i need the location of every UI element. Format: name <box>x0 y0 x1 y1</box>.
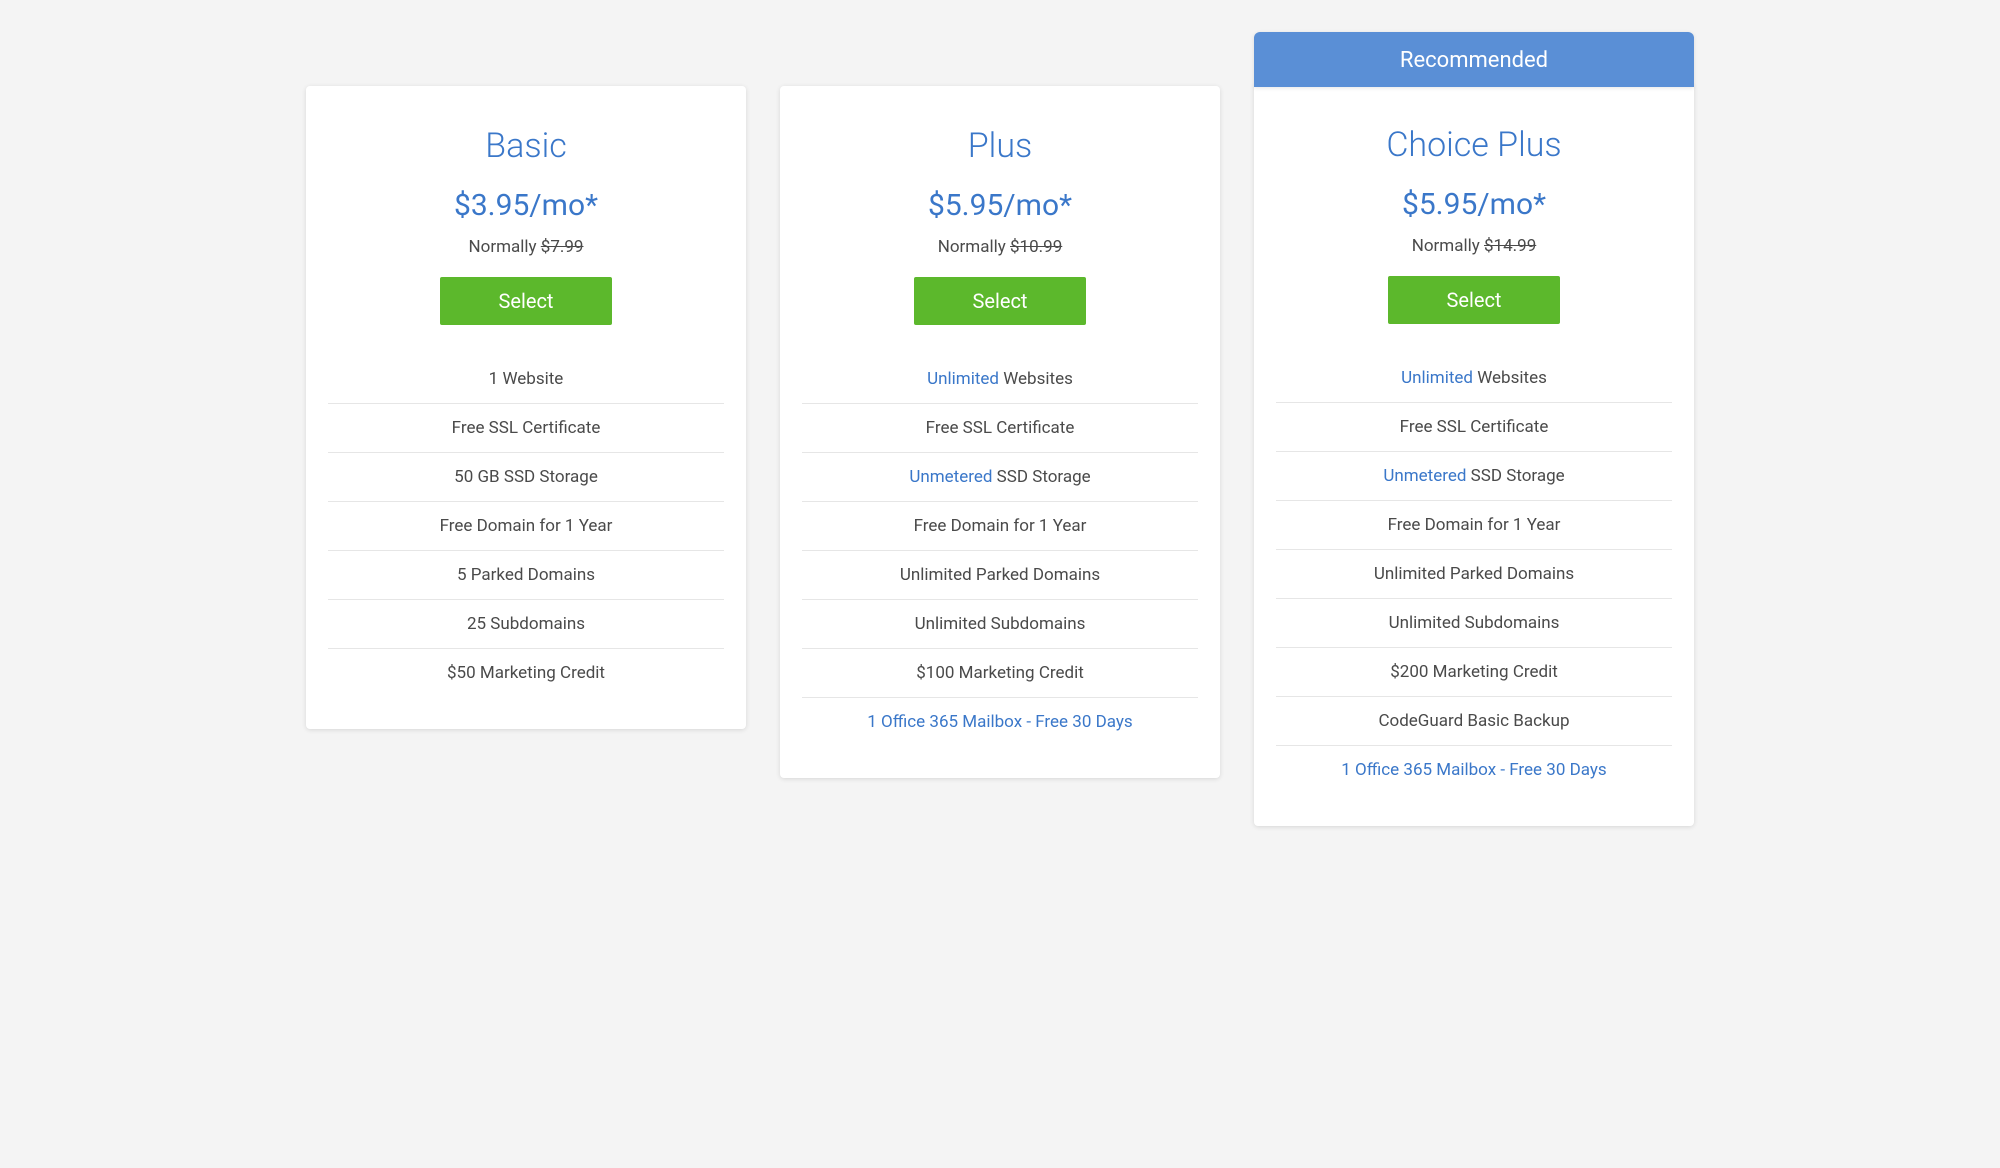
normal-strike: $14.99 <box>1484 236 1536 256</box>
normal-prefix: Normally <box>469 237 541 257</box>
badge-spacer <box>306 32 746 86</box>
feature-item: Unlimited Websites <box>802 355 1198 404</box>
feature-text: Free Domain for 1 Year <box>1388 515 1561 535</box>
feature-item: 1 Website <box>328 355 724 404</box>
feature-item: 5 Parked Domains <box>328 551 724 600</box>
feature-highlight: Unmetered <box>1383 466 1466 486</box>
feature-item: Unmetered SSD Storage <box>802 453 1198 502</box>
feature-item: Free SSL Certificate <box>802 404 1198 453</box>
select-button-choice-plus[interactable]: Select <box>1388 276 1560 324</box>
feature-highlight: Unlimited <box>927 369 999 389</box>
select-button-plus[interactable]: Select <box>914 277 1086 325</box>
feature-text: Unlimited Parked Domains <box>1374 564 1574 584</box>
feature-highlight: Unlimited <box>1401 368 1473 388</box>
feature-text: Free SSL Certificate <box>452 418 601 438</box>
feature-text: $100 Marketing Credit <box>916 663 1084 683</box>
feature-item: 25 Subdomains <box>328 600 724 649</box>
plan-choice-plus: Recommended Choice Plus $5.95/mo* Normal… <box>1254 32 1694 826</box>
plan-price: $5.95/mo* <box>802 188 1198 223</box>
plan-plus: Plus $5.95/mo* Normally $10.99 Select Un… <box>780 32 1220 778</box>
feature-highlight: Unmetered <box>909 467 992 487</box>
feature-item: $50 Marketing Credit <box>328 649 724 697</box>
plan-normal-price: Normally $7.99 <box>328 237 724 257</box>
feature-text: Free Domain for 1 Year <box>914 516 1087 536</box>
feature-item: 50 GB SSD Storage <box>328 453 724 502</box>
feature-text: Unlimited Subdomains <box>1389 613 1560 633</box>
feature-item: Unlimited Parked Domains <box>802 551 1198 600</box>
feature-item: Free Domain for 1 Year <box>328 502 724 551</box>
plan-price: $5.95/mo* <box>1276 187 1672 222</box>
plan-card: Basic $3.95/mo* Normally $7.99 Select 1 … <box>306 86 746 729</box>
feature-item: Unlimited Subdomains <box>1276 599 1672 648</box>
plan-title: Plus <box>802 126 1198 166</box>
feature-item: Unlimited Websites <box>1276 354 1672 403</box>
feature-text: 50 GB SSD Storage <box>454 467 598 487</box>
feature-text: Free SSL Certificate <box>926 418 1075 438</box>
plan-basic: Basic $3.95/mo* Normally $7.99 Select 1 … <box>306 32 746 729</box>
feature-text: SSD Storage <box>992 467 1090 487</box>
normal-strike: $10.99 <box>1010 237 1062 257</box>
feature-item-link[interactable]: 1 Office 365 Mailbox - Free 30 Days <box>1276 746 1672 794</box>
feature-text: 5 Parked Domains <box>457 565 595 585</box>
feature-text: Websites <box>999 369 1073 389</box>
feature-item: $200 Marketing Credit <box>1276 648 1672 697</box>
plan-card: Choice Plus $5.95/mo* Normally $14.99 Se… <box>1254 85 1694 826</box>
plan-card: Plus $5.95/mo* Normally $10.99 Select Un… <box>780 86 1220 778</box>
feature-text: Free Domain for 1 Year <box>440 516 613 536</box>
feature-text: 25 Subdomains <box>467 614 585 634</box>
feature-item: Unlimited Parked Domains <box>1276 550 1672 599</box>
feature-text: 1 Office 365 Mailbox - Free 30 Days <box>867 712 1132 732</box>
plan-title: Basic <box>328 126 724 166</box>
recommended-badge: Recommended <box>1254 32 1694 87</box>
feature-text: Unlimited Subdomains <box>915 614 1086 634</box>
feature-list: Unlimited Websites Free SSL Certificate … <box>802 355 1198 746</box>
normal-prefix: Normally <box>1412 236 1484 256</box>
normal-strike: $7.99 <box>541 237 584 257</box>
feature-item: $100 Marketing Credit <box>802 649 1198 698</box>
plan-title: Choice Plus <box>1276 125 1672 165</box>
feature-text: CodeGuard Basic Backup <box>1378 711 1569 731</box>
badge-spacer <box>780 32 1220 86</box>
feature-text: $200 Marketing Credit <box>1390 662 1558 682</box>
feature-text: Websites <box>1473 368 1547 388</box>
select-button-basic[interactable]: Select <box>440 277 612 325</box>
plan-normal-price: Normally $14.99 <box>1276 236 1672 256</box>
normal-prefix: Normally <box>938 237 1010 257</box>
feature-item: Free Domain for 1 Year <box>1276 501 1672 550</box>
feature-item: Unmetered SSD Storage <box>1276 452 1672 501</box>
feature-text: 1 Website <box>489 369 564 389</box>
feature-item: Free SSL Certificate <box>1276 403 1672 452</box>
feature-item-link[interactable]: 1 Office 365 Mailbox - Free 30 Days <box>802 698 1198 746</box>
feature-text: 1 Office 365 Mailbox - Free 30 Days <box>1341 760 1606 780</box>
feature-item: CodeGuard Basic Backup <box>1276 697 1672 746</box>
feature-item: Unlimited Subdomains <box>802 600 1198 649</box>
feature-text: Unlimited Parked Domains <box>900 565 1100 585</box>
plan-price: $3.95/mo* <box>328 188 724 223</box>
feature-list: 1 Website Free SSL Certificate 50 GB SSD… <box>328 355 724 697</box>
feature-item: Free Domain for 1 Year <box>802 502 1198 551</box>
pricing-plans: Basic $3.95/mo* Normally $7.99 Select 1 … <box>290 32 1710 826</box>
feature-item: Free SSL Certificate <box>328 404 724 453</box>
feature-text: $50 Marketing Credit <box>447 663 605 683</box>
feature-text: Free SSL Certificate <box>1400 417 1549 437</box>
feature-list: Unlimited Websites Free SSL Certificate … <box>1276 354 1672 794</box>
feature-text: SSD Storage <box>1466 466 1564 486</box>
plan-normal-price: Normally $10.99 <box>802 237 1198 257</box>
